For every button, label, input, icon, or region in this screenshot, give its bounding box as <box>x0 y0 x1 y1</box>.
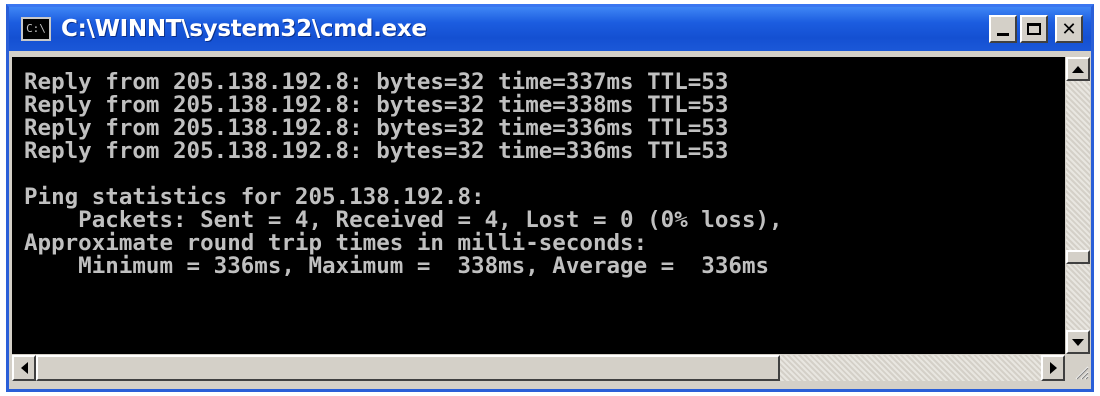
resize-grip-icon <box>1075 366 1089 380</box>
minimize-button[interactable] <box>989 15 1017 43</box>
window-title: C:\WINNT\system32\cmd.exe <box>61 16 427 42</box>
console-line: Approximate round trip times in milli-se… <box>24 230 648 256</box>
window-controls: ✕ <box>989 15 1083 43</box>
cmd-window: C:\ C:\WINNT\system32\cmd.exe ✕ Reply fr… <box>6 4 1094 392</box>
maximize-button[interactable] <box>1020 15 1048 43</box>
scroll-up-button[interactable] <box>1066 57 1090 81</box>
arrow-up-icon <box>1072 65 1084 73</box>
close-button[interactable]: ✕ <box>1055 15 1083 43</box>
close-icon: ✕ <box>1061 18 1077 40</box>
arrow-right-icon <box>1049 362 1057 374</box>
horizontal-scrollbar[interactable] <box>12 355 1065 381</box>
console-output[interactable]: Reply from 205.138.192.8: bytes=32 time=… <box>12 57 1065 354</box>
resize-grip[interactable] <box>1066 355 1090 381</box>
vertical-scroll-thumb[interactable] <box>1066 250 1090 265</box>
cmd-icon[interactable]: C:\ <box>21 17 51 41</box>
console-line: Reply from 205.138.192.8: bytes=32 time=… <box>24 115 729 141</box>
console-line: Minimum = 336ms, Maximum = 338ms, Averag… <box>24 253 770 279</box>
scroll-right-button[interactable] <box>1041 355 1065 381</box>
horizontal-scroll-thumb[interactable] <box>36 355 780 381</box>
scroll-left-button[interactable] <box>12 355 36 381</box>
minimize-icon <box>997 32 1009 36</box>
arrow-down-icon <box>1072 338 1084 346</box>
console-line: Reply from 205.138.192.8: bytes=32 time=… <box>24 138 729 164</box>
scroll-down-button[interactable] <box>1066 330 1090 354</box>
title-bar[interactable]: C:\ C:\WINNT\system32\cmd.exe ✕ <box>9 7 1091 51</box>
arrow-left-icon <box>20 362 28 374</box>
console-line: Packets: Sent = 4, Received = 4, Lost = … <box>24 207 783 233</box>
console-line: Reply from 205.138.192.8: bytes=32 time=… <box>24 69 729 95</box>
console-line: Ping statistics for 205.138.192.8: <box>24 184 485 210</box>
maximize-icon <box>1027 23 1041 35</box>
console-line: Reply from 205.138.192.8: bytes=32 time=… <box>24 92 729 118</box>
vertical-scrollbar[interactable] <box>1066 57 1090 354</box>
